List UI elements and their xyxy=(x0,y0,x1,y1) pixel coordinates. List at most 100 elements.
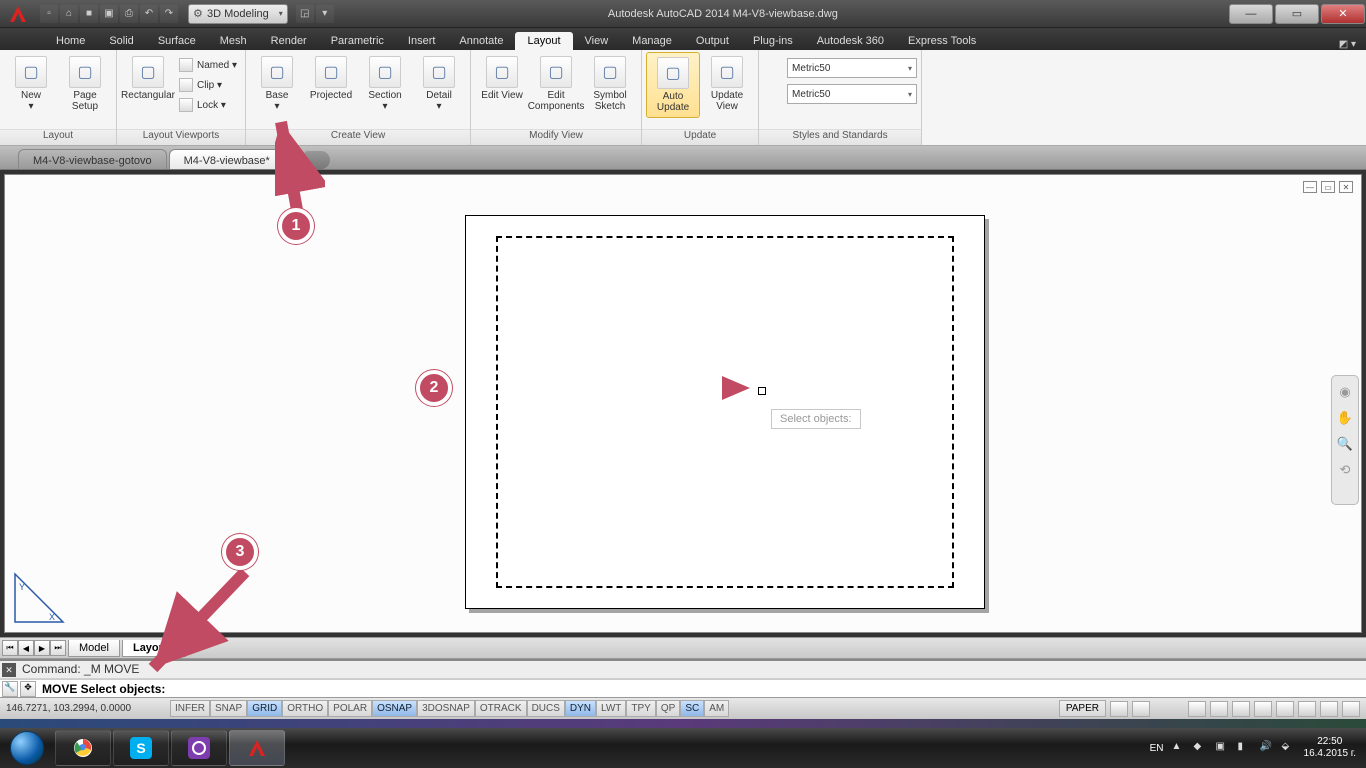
layout-tab-model[interactable]: Model xyxy=(68,640,120,657)
status-annoscale-icon[interactable] xyxy=(1254,701,1272,717)
qat-open-icon[interactable]: ⌂ xyxy=(60,5,78,23)
ribbon-tab-home[interactable]: Home xyxy=(44,32,97,50)
ribbon-tab-parametric[interactable]: Parametric xyxy=(319,32,396,50)
ribbon-tab-layout[interactable]: Layout xyxy=(515,32,572,50)
ribbon-tab-output[interactable]: Output xyxy=(684,32,741,50)
view-section-button[interactable]: ▢Section ▾ xyxy=(358,52,412,116)
window-close-button[interactable]: ✕ xyxy=(1321,4,1365,24)
navigation-bar[interactable]: ◉ ✋ 🔍 ⟲ xyxy=(1331,375,1359,505)
toggle-dyn[interactable]: DYN xyxy=(565,700,596,717)
tray-icon-2[interactable]: ▣ xyxy=(1216,741,1230,755)
ribbon-tab-autodesk-360[interactable]: Autodesk 360 xyxy=(805,32,896,50)
toggle-sc[interactable]: SC xyxy=(680,700,704,717)
qat-undo-icon[interactable]: ↶ xyxy=(140,5,158,23)
ribbon-tab-annotate[interactable]: Annotate xyxy=(447,32,515,50)
style-combo-1[interactable]: Metric50 xyxy=(787,84,917,104)
qat-extra1-icon[interactable]: ◲ xyxy=(296,5,314,23)
toggle-infer[interactable]: INFER xyxy=(170,700,210,717)
viewport-maximize-icon[interactable]: ▭ xyxy=(1321,181,1335,193)
taskbar-viber[interactable] xyxy=(171,730,227,766)
toggle-am[interactable]: AM xyxy=(704,700,729,717)
toggle-ducs[interactable]: DUCS xyxy=(527,700,565,717)
cmd-close-icon[interactable]: ✕ xyxy=(2,663,16,677)
toggle-qp[interactable]: QP xyxy=(656,700,680,717)
cmd-customize-icon[interactable]: 🔧 xyxy=(2,681,18,697)
space-toggle[interactable]: PAPER xyxy=(1059,700,1106,717)
tray-network-icon[interactable]: ▮ xyxy=(1238,741,1252,755)
layout-nav-next-icon[interactable]: ▶ xyxy=(34,640,50,656)
toggle-otrack[interactable]: OTRACK xyxy=(475,700,527,717)
toggle-grid[interactable]: GRID xyxy=(247,700,282,717)
cmd-move-icon[interactable]: ✥ xyxy=(20,681,36,697)
status-hardware-icon[interactable] xyxy=(1232,701,1250,717)
status-icon-2[interactable] xyxy=(1132,701,1150,717)
status-maximize-vp-icon[interactable] xyxy=(1188,701,1206,717)
start-button[interactable] xyxy=(0,728,54,768)
workspace-switcher[interactable]: 3D Modeling xyxy=(188,4,288,24)
nav-zoom-icon[interactable]: 🔍 xyxy=(1336,436,1354,454)
doc-tab[interactable]: M4-V8-viewbase-gotovo xyxy=(18,149,167,169)
toggle-ortho[interactable]: ORTHO xyxy=(282,700,328,717)
taskbar-skype[interactable]: S xyxy=(113,730,169,766)
layout-nav-prev-icon[interactable]: ◀ xyxy=(18,640,34,656)
ribbon-tab-insert[interactable]: Insert xyxy=(396,32,448,50)
window-maximize-button[interactable]: ▭ xyxy=(1275,4,1319,24)
status-workspace-icon[interactable] xyxy=(1298,701,1316,717)
toggle-tpy[interactable]: TPY xyxy=(626,700,655,717)
status-icon-1[interactable] xyxy=(1110,701,1128,717)
ribbon-tab-express-tools[interactable]: Express Tools xyxy=(896,32,988,50)
toggle-osnap[interactable]: OSNAP xyxy=(372,700,417,717)
qat-save-icon[interactable]: ■ xyxy=(80,5,98,23)
style-combo-0[interactable]: Metric50 xyxy=(787,58,917,78)
tray-volume-icon[interactable]: 🔊 xyxy=(1260,741,1274,755)
vp-rect-button[interactable]: ▢Rectangular xyxy=(121,52,175,105)
nav-wheel-icon[interactable]: ◉ xyxy=(1336,384,1354,402)
status-clean-icon[interactable] xyxy=(1342,701,1360,717)
toggle-3dosnap[interactable]: 3DOSNAP xyxy=(417,700,475,717)
toggle-snap[interactable]: SNAP xyxy=(210,700,247,717)
tray-lang[interactable]: EN xyxy=(1150,743,1164,754)
window-minimize-button[interactable]: — xyxy=(1229,4,1273,24)
toggle-lwt[interactable]: LWT xyxy=(596,700,626,717)
tray-icon-3[interactable]: ⬙ xyxy=(1282,741,1296,755)
status-annovis-icon[interactable] xyxy=(1276,701,1294,717)
page-setup-button[interactable]: ▢Page Setup xyxy=(58,52,112,116)
qat-saveas-icon[interactable]: ▣ xyxy=(100,5,118,23)
ribbon-tab-plug-ins[interactable]: Plug-ins xyxy=(741,32,805,50)
view-projected-button[interactable]: ▢Projected xyxy=(304,52,358,105)
edit-view-button[interactable]: ▢Edit View xyxy=(475,52,529,105)
new-layout-button[interactable]: ▢New ▾ xyxy=(4,52,58,116)
toggle-polar[interactable]: POLAR xyxy=(328,700,372,717)
qat-new-icon[interactable]: ▫ xyxy=(40,5,58,23)
auto-update-button[interactable]: ▢Auto Update xyxy=(646,52,700,118)
qat-extra2-icon[interactable]: ▾ xyxy=(316,5,334,23)
ribbon-tab-manage[interactable]: Manage xyxy=(620,32,684,50)
ribbon-tab-surface[interactable]: Surface xyxy=(146,32,208,50)
viewport-frame[interactable] xyxy=(496,236,954,588)
ribbon-options-icon[interactable]: ◩ ▾ xyxy=(1339,39,1356,50)
autocad-logo-icon[interactable] xyxy=(0,0,36,28)
status-lock-icon[interactable] xyxy=(1320,701,1338,717)
ribbon-tab-view[interactable]: View xyxy=(573,32,621,50)
qat-redo-icon[interactable]: ↷ xyxy=(160,5,178,23)
vp-clip-button[interactable]: Clip ▾ xyxy=(175,76,241,94)
ribbon-tab-solid[interactable]: Solid xyxy=(97,32,145,50)
layout-nav-last-icon[interactable]: ⏭ xyxy=(50,640,66,656)
ribbon-tab-mesh[interactable]: Mesh xyxy=(208,32,259,50)
ribbon-tab-render[interactable]: Render xyxy=(259,32,319,50)
coordinates-readout[interactable]: 146.7271, 103.2994, 0.0000 xyxy=(0,703,170,714)
nav-orbit-icon[interactable]: ⟲ xyxy=(1336,462,1354,480)
view-detail-button[interactable]: ▢Detail ▾ xyxy=(412,52,466,116)
tray-clock[interactable]: 22:50 16.4.2015 г. xyxy=(1304,736,1356,760)
symbol-sketch-button[interactable]: ▢Symbol Sketch xyxy=(583,52,637,116)
edit-comp-button[interactable]: ▢Edit Components xyxy=(529,52,583,116)
viewport-close-icon[interactable]: ✕ xyxy=(1339,181,1353,193)
update-view-button[interactable]: ▢Update View xyxy=(700,52,754,116)
vp-lock-button[interactable]: Lock ▾ xyxy=(175,96,241,114)
qat-plot-icon[interactable]: ⎙ xyxy=(120,5,138,23)
tray-flag-icon[interactable]: ▲ xyxy=(1172,741,1186,755)
taskbar-chrome[interactable] xyxy=(55,730,111,766)
taskbar-autocad[interactable] xyxy=(229,730,285,766)
view-base-button[interactable]: ▢Base ▾ xyxy=(250,52,304,116)
nav-pan-icon[interactable]: ✋ xyxy=(1336,410,1354,428)
